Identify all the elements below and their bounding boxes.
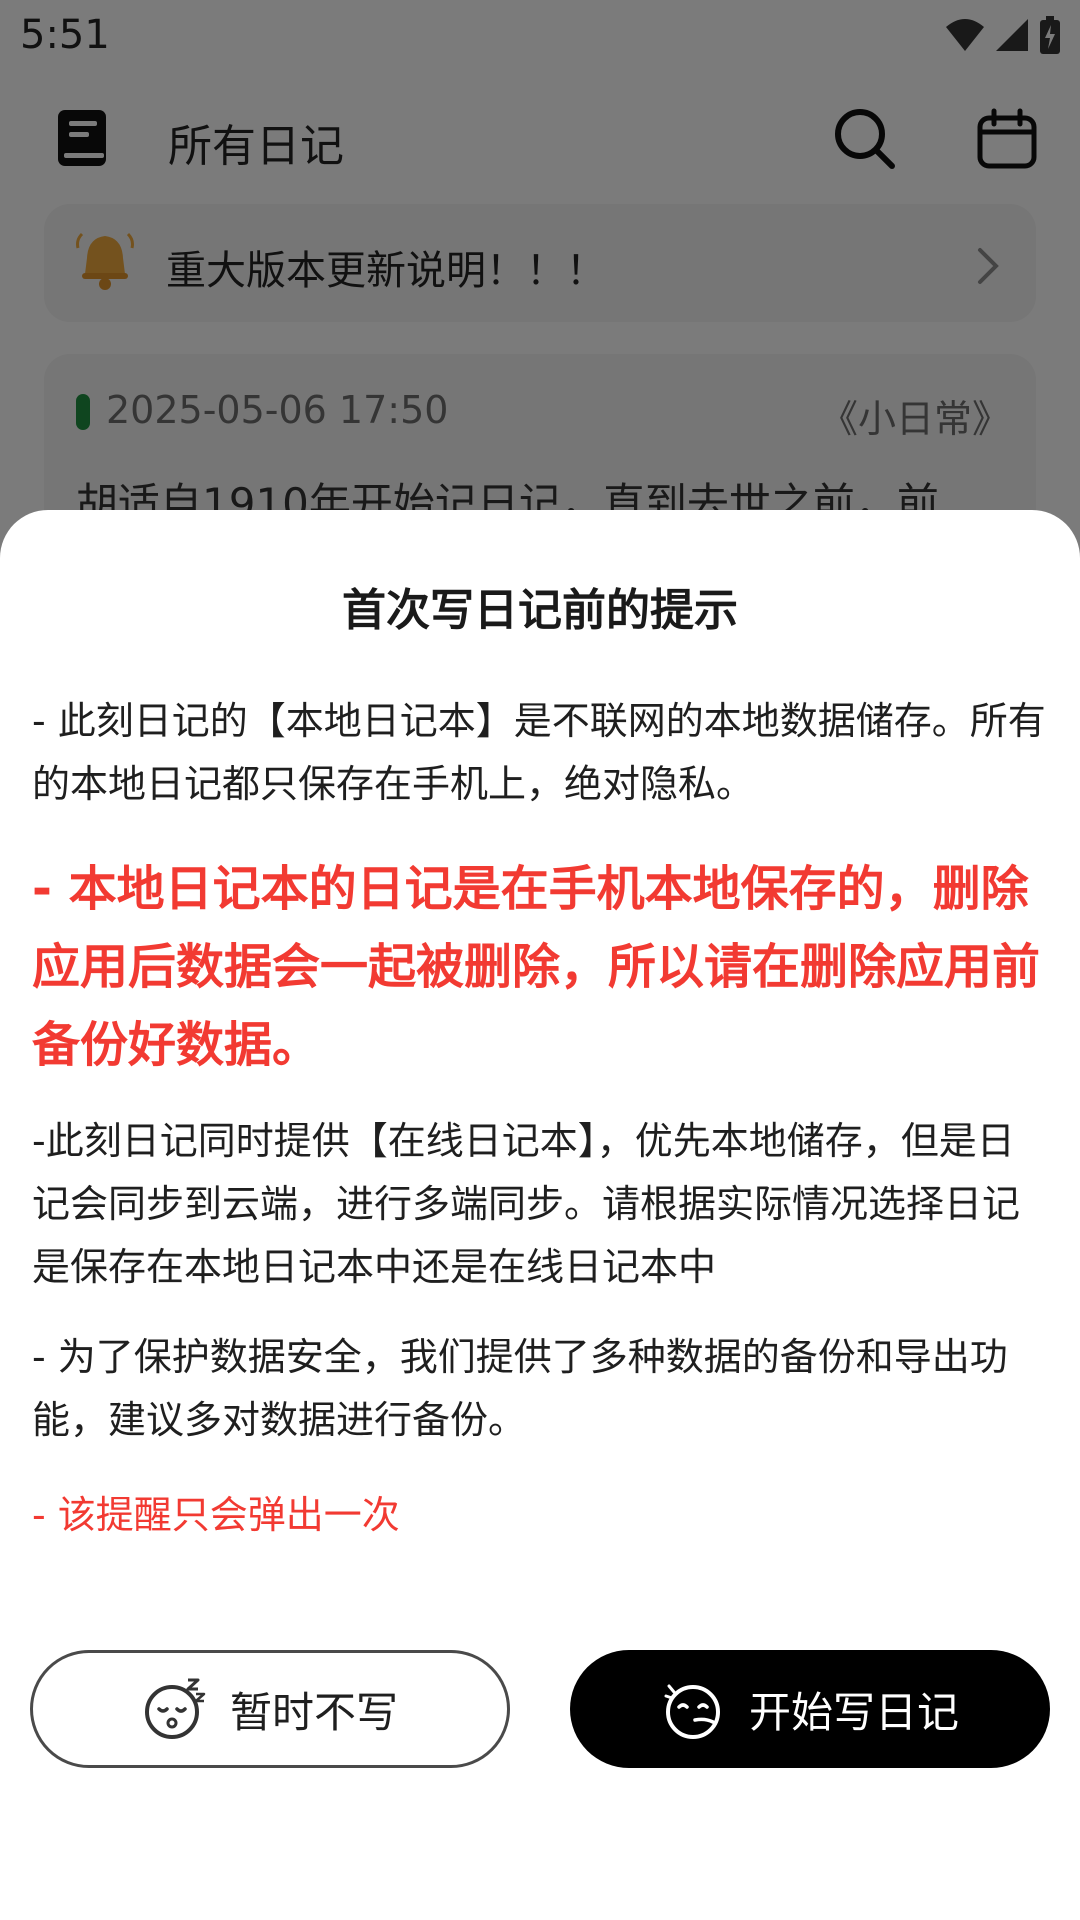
tip-once-note: - 该提醒只会弹出一次 — [32, 1493, 400, 1537]
not-now-button[interactable]: 暂时不写 — [30, 1650, 510, 1768]
relieved-face-icon — [664, 1684, 720, 1739]
start-writing-button[interactable]: 开始写日记 — [570, 1650, 1050, 1768]
tip-backup: - 为了保护数据安全，我们提供了多种数据的备份和导出功能，建议多对数据进行备份。 — [32, 1335, 1008, 1442]
sleepy-face-icon — [144, 1678, 206, 1739]
tip-local-notebook: - 此刻日记的【本地日记本】是不联网的本地数据储存。所有的本地日记都只保存在手机… — [32, 699, 1046, 806]
first-diary-tips-sheet: 首次写日记前的提示 - 此刻日记的【本地日记本】是不联网的本地数据储存。所有的本… — [0, 510, 1080, 1920]
dialog-title: 首次写日记前的提示 — [342, 585, 738, 636]
not-now-label: 暂时不写 — [229, 1687, 398, 1737]
tip-online-notebook: -此刻日记同时提供【在线日记本】，优先本地储存，但是日记会同步到云端，进行多端同… — [32, 1119, 1021, 1289]
start-writing-label: 开始写日记 — [748, 1687, 959, 1737]
tip-warning: - 本地日记本的日记是在手机本地保存的，删除应用后数据会一起被删除，所以请在删除… — [32, 861, 1041, 1073]
